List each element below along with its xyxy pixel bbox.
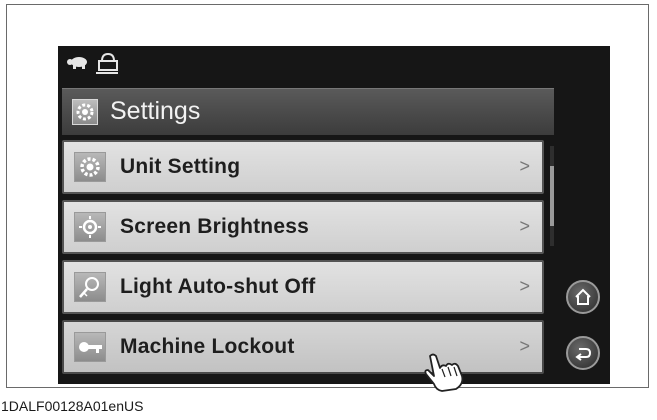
status-bar <box>58 46 610 88</box>
menu-item-unit-setting[interactable]: Unit Setting > <box>62 140 544 194</box>
pointing-hand-icon <box>420 352 468 397</box>
chevron-right-icon: > <box>519 336 530 356</box>
settings-header: Settings <box>62 88 554 135</box>
menu-item-screen-brightness[interactable]: Screen Brightness > <box>62 200 544 254</box>
display-screen: Settings Unit Setting > Screen Brightnes… <box>58 46 610 384</box>
menu-item-machine-lockout[interactable]: Machine Lockout > <box>62 320 544 374</box>
scrollbar[interactable] <box>550 146 554 246</box>
menu-item-label: Light Auto-shut Off <box>120 275 316 298</box>
chevron-right-icon: > <box>519 276 530 296</box>
menu-item-label: Machine Lockout <box>120 335 295 358</box>
machine-lock-icon <box>94 52 120 81</box>
gear-icon <box>72 99 98 125</box>
menu-item-label: Unit Setting <box>120 155 241 178</box>
figure-caption: 1DALF00128A01enUS <box>1 398 144 414</box>
scrollbar-thumb[interactable] <box>550 166 554 226</box>
page-title: Settings <box>110 97 201 125</box>
back-button[interactable] <box>566 336 600 370</box>
menu-item-label: Screen Brightness <box>120 215 309 238</box>
chevron-right-icon: > <box>519 216 530 236</box>
home-button[interactable] <box>566 280 600 314</box>
back-icon <box>575 348 592 361</box>
home-icon <box>575 288 591 305</box>
gear-icon <box>74 152 106 182</box>
menu-item-light-auto-shut-off[interactable]: Light Auto-shut Off > <box>62 260 544 314</box>
key-icon <box>74 332 106 362</box>
chevron-right-icon: > <box>519 156 530 176</box>
light-auto-off-icon <box>74 272 106 302</box>
brightness-icon <box>74 212 106 242</box>
turtle-icon <box>66 52 92 75</box>
